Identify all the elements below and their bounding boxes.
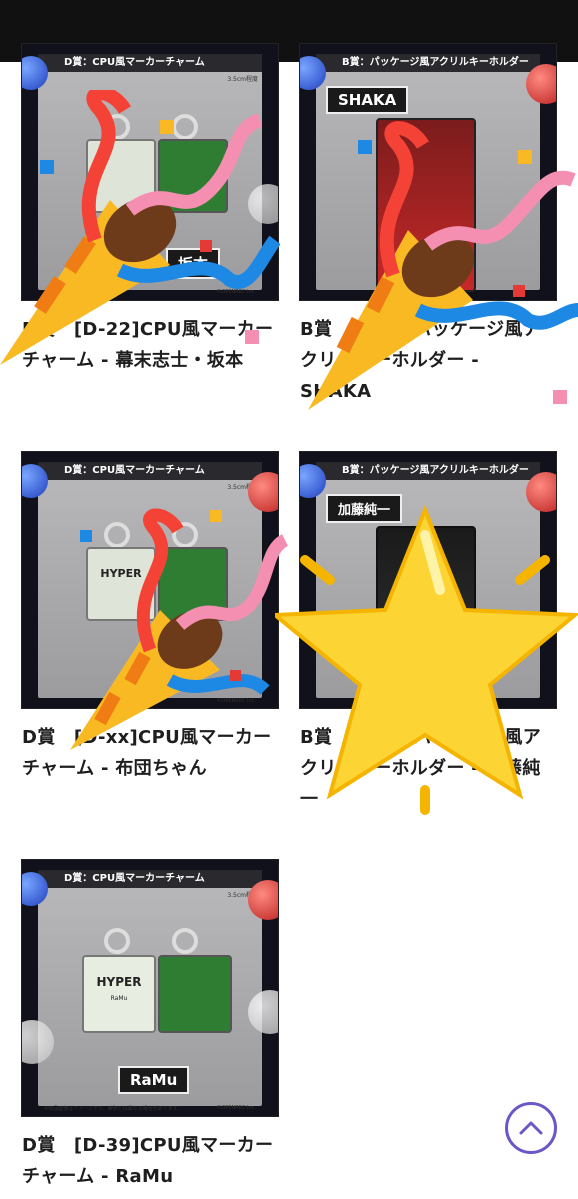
product-card[interactable]: D賞：CPU風マーカーチャーム 3.5cm程度 HYPER RaMu RaMu … <box>22 860 278 1192</box>
chevron-up-icon <box>519 1121 543 1135</box>
product-image-header: D賞：CPU風マーカーチャーム <box>38 870 262 888</box>
product-card[interactable]: D賞：CPU風マーカーチャーム 3.5cm程度 HYPER ©OPENREC I… <box>22 452 278 784</box>
product-image[interactable]: B賞：パッケージ風アクリルキーホルダー 加藤純一 <box>300 452 556 708</box>
scroll-to-top-button[interactable] <box>505 1102 557 1154</box>
product-image[interactable]: D賞：CPU風マーカーチャーム 3.5cm程度 坂本 ※商品画像はイメージです。… <box>22 44 278 300</box>
product-image-header: D賞：CPU風マーカーチャーム <box>38 462 262 480</box>
product-image[interactable]: D賞：CPU風マーカーチャーム 3.5cm程度 HYPER ©OPENREC I… <box>22 452 278 708</box>
nameplate: SHAKA <box>326 86 409 114</box>
nameplate: 坂本 <box>166 248 221 279</box>
product-image-header: B賞：パッケージ風アクリルキーホルダー <box>316 462 540 480</box>
product-title[interactable]: B賞 [B-xx]パッケージ風アクリルキーホルダー - SHAKA <box>300 314 556 407</box>
product-card[interactable]: D賞：CPU風マーカーチャーム 3.5cm程度 坂本 ※商品画像はイメージです。… <box>22 44 278 376</box>
product-image-header: B賞：パッケージ風アクリルキーホルダー <box>316 54 540 72</box>
product-card[interactable]: B賞：パッケージ風アクリルキーホルダー SHAKA B賞 [B-xx]パッケージ… <box>300 44 556 407</box>
product-image[interactable]: B賞：パッケージ風アクリルキーホルダー SHAKA <box>300 44 556 300</box>
nameplate: RaMu <box>118 1066 190 1094</box>
nameplate: 加藤純一 <box>326 494 403 523</box>
product-image[interactable]: D賞：CPU風マーカーチャーム 3.5cm程度 HYPER RaMu RaMu … <box>22 860 278 1116</box>
product-title[interactable]: D賞 [D-22]CPU風マーカーチャーム - 幕末志士・坂本 <box>22 314 278 376</box>
product-image-header: D賞：CPU風マーカーチャーム <box>38 54 262 72</box>
product-title[interactable]: B賞 [B-xx]パッケージ風アクリルキーホルダー - 加藤純一 <box>300 722 556 815</box>
product-card[interactable]: B賞：パッケージ風アクリルキーホルダー 加藤純一 B賞 [B-xx]パッケージ風… <box>300 452 556 815</box>
product-title[interactable]: D賞 [D-xx]CPU風マーカーチャーム - 布団ちゃん <box>22 722 278 784</box>
product-title[interactable]: D賞 [D-39]CPU風マーカーチャーム - RaMu <box>22 1130 278 1192</box>
